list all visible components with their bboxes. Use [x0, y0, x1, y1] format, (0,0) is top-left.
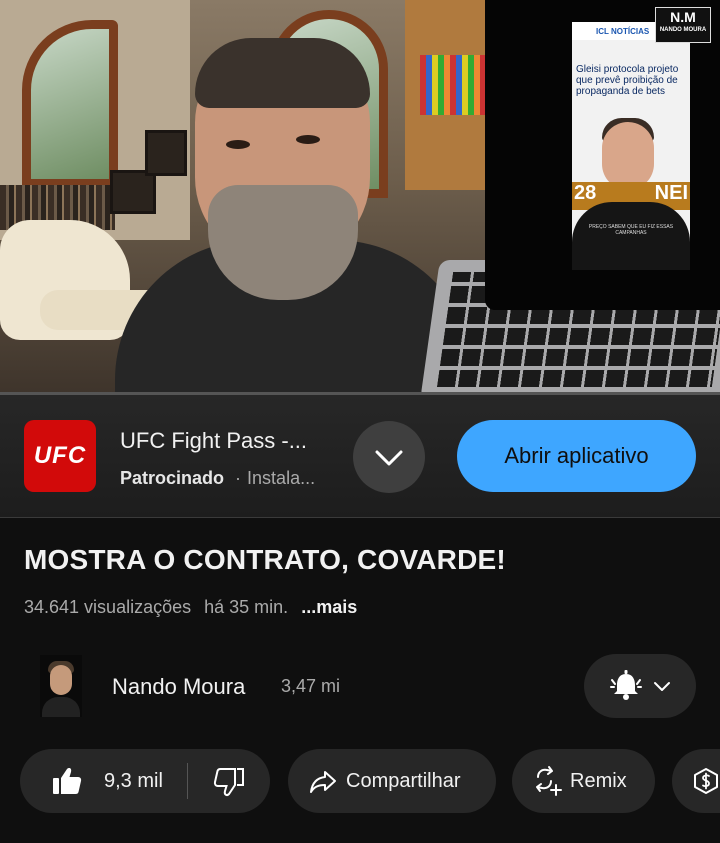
ufc-logo-text: UFC [33, 442, 87, 469]
screen-banner-number: 28 [574, 182, 597, 204]
chevron-down-icon [375, 450, 403, 466]
share-button[interactable]: Compartilhar [288, 749, 496, 813]
sponsored-ad[interactable]: UFC UFC Fight Pass -... Patrocinado · Ins… [0, 395, 720, 518]
picture-frame [110, 170, 156, 214]
ad-title[interactable]: UFC Fight Pass -... [120, 428, 307, 454]
video-title[interactable]: MOSTRA O CONTRATO, COVARDE! [24, 544, 506, 576]
ad-subtitle: Patrocinado · Instala... [120, 468, 315, 489]
publish-time: há 35 min. [204, 597, 289, 617]
thumbs-down-icon[interactable] [212, 765, 246, 799]
ad-expand-button[interactable] [353, 421, 425, 493]
sponsored-label: Patrocinado [120, 468, 225, 488]
avatar[interactable] [40, 655, 82, 717]
like-count[interactable]: 9,3 mil [104, 770, 163, 793]
person-hair [195, 38, 370, 108]
news-headline: Gleisi protocola projeto que prevê proib… [576, 64, 679, 97]
avatar-shirt [42, 697, 80, 717]
thanks-icon [694, 768, 718, 794]
remix-icon [536, 766, 562, 796]
screen-content: ICL NOTÍCIAS Gleisi protocola projeto qu… [572, 22, 690, 270]
share-label: Compartilhar [346, 770, 461, 792]
channel-watermark: N.M NANDO MOURA [655, 7, 711, 43]
more-link[interactable]: ...mais [301, 597, 357, 617]
divider [187, 763, 188, 799]
video-player[interactable]: ICL NOTÍCIAS Gleisi protocola projeto qu… [0, 0, 720, 395]
screen-caption: PREÇO SABEM QUE EU FIZ ESSAS CAMPANHAS [588, 224, 674, 236]
install-label: Instala... [247, 468, 316, 488]
news-site-name: ICL NOTÍCIAS [596, 27, 650, 36]
thanks-button[interactable] [672, 749, 720, 813]
screen-person-shirt: PREÇO SABEM QUE EU FIZ ESSAS CAMPANHAS [572, 202, 690, 270]
remix-button[interactable]: Remix [512, 749, 655, 813]
open-app-button[interactable]: Abrir aplicativo [457, 420, 696, 492]
subscribed-bell-button[interactable] [584, 654, 696, 718]
view-count: 34.641 visualizações [24, 597, 192, 617]
channel-name[interactable]: Nando Moura [112, 674, 245, 700]
thumbs-up-icon[interactable] [50, 764, 84, 798]
person-eye [296, 135, 320, 144]
person-eye [226, 140, 250, 149]
screen-person-face [602, 122, 654, 190]
like-dislike-group: 9,3 mil [20, 749, 270, 813]
share-icon [310, 771, 336, 793]
avatar-face [50, 665, 72, 695]
remix-label: Remix [570, 770, 627, 792]
subscriber-count: 3,47 mi [281, 676, 341, 696]
screen-banner-text: NEI [654, 182, 688, 204]
chevron-down-icon [654, 682, 670, 691]
video-meta[interactable]: 34.641 visualizações há 35 min. ...mais [24, 597, 357, 618]
picture-frame [145, 130, 187, 176]
separator: · [235, 468, 242, 488]
colored-books [420, 55, 490, 115]
ufc-logo[interactable]: UFC [24, 420, 96, 492]
watermark-name: NANDO MOURA [659, 27, 707, 33]
watermark-initials: N.M [670, 9, 696, 25]
bell-icon [610, 670, 642, 700]
